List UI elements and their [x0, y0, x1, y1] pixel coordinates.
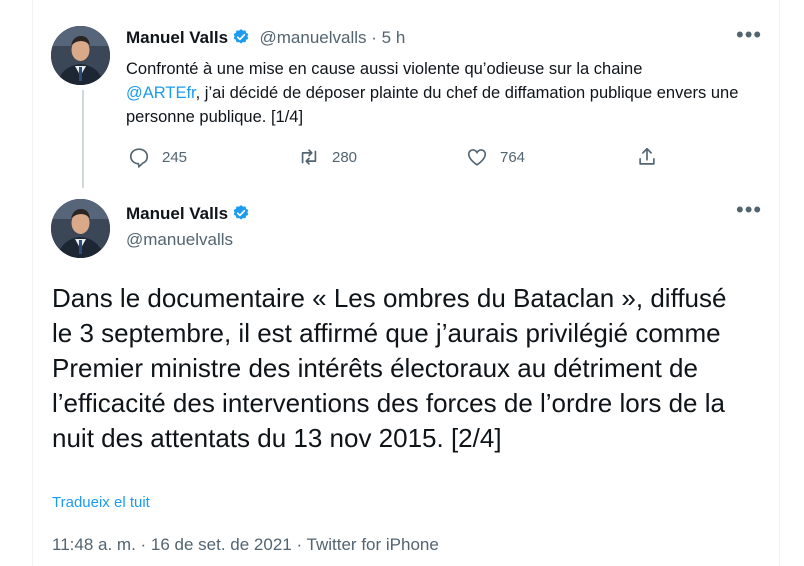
- avatar[interactable]: [51, 199, 110, 258]
- tweet1-header: Manuel Valls @manuelvalls · 5 h: [126, 28, 405, 51]
- more-icon[interactable]: •••: [736, 24, 762, 46]
- share-icon: [639, 147, 655, 165]
- tweet2-text: Dans le documentaire « Les ombres du Bat…: [52, 283, 727, 453]
- like-count: 764: [500, 148, 526, 166]
- tweet1-text-part: , j’ai décidé de déposer plainte du chef…: [126, 84, 739, 126]
- more-icon[interactable]: •••: [736, 199, 762, 221]
- display-name[interactable]: Manuel Valls: [126, 28, 228, 47]
- retweet-count: 280: [332, 148, 358, 166]
- thread-connector: [82, 90, 84, 188]
- tweet1-text: Confronté à une mise en cause aussi viol…: [126, 57, 746, 129]
- verified-badge-icon: [232, 28, 250, 51]
- retweet-button[interactable]: 280: [298, 146, 357, 168]
- verified-badge-icon: [232, 204, 250, 227]
- username[interactable]: @manuelvalls: [126, 230, 233, 250]
- reply-count: 245: [162, 148, 188, 166]
- username[interactable]: @manuelvalls: [260, 28, 367, 47]
- reply-icon: [129, 148, 149, 168]
- like-button[interactable]: 764: [466, 146, 525, 168]
- mention-link[interactable]: @ARTEfr: [126, 84, 196, 102]
- like-icon: [467, 149, 487, 166]
- reply-button[interactable]: 245: [128, 146, 187, 168]
- display-name[interactable]: Manuel Valls: [126, 204, 228, 223]
- avatar[interactable]: [51, 26, 110, 85]
- tweet-metadata[interactable]: 11:48 a. m. · 16 de set. de 2021 · Twitt…: [52, 535, 439, 555]
- tweet2-header: Manuel Valls: [126, 204, 250, 227]
- translate-link[interactable]: Tradueix el tuit: [52, 494, 150, 511]
- separator-dot: ·: [366, 28, 382, 47]
- timestamp[interactable]: 5 h: [382, 28, 406, 47]
- share-button[interactable]: [636, 146, 670, 168]
- retweet-icon: [301, 149, 317, 165]
- tweet1-text-part: Confronté à une mise en cause aussi viol…: [126, 60, 643, 78]
